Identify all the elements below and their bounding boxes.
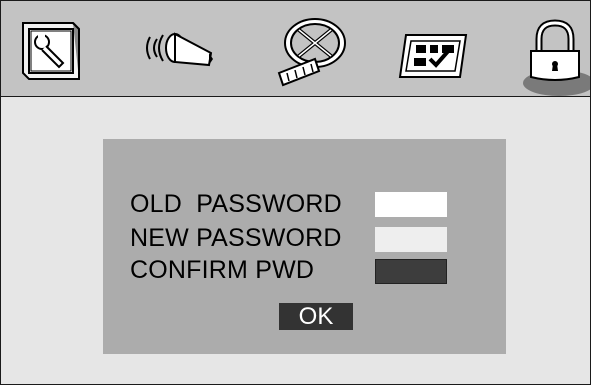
checklist-icon: [398, 34, 468, 78]
old-password-label: OLD PASSWORD: [130, 190, 342, 218]
tab-audio[interactable]: [135, 1, 225, 96]
tab-video[interactable]: [273, 1, 355, 96]
speaker-icon: [146, 32, 213, 67]
ok-button[interactable]: OK: [279, 303, 353, 330]
old-password-field[interactable]: [375, 192, 447, 217]
confirm-password-label: CONFIRM PWD: [130, 256, 315, 284]
password-dialog: OLD PASSWORD NEW PASSWORD CONFIRM PWD OK: [103, 139, 506, 354]
new-password-field[interactable]: [375, 227, 447, 252]
dvd-setup-screen: OLD PASSWORD NEW PASSWORD CONFIRM PWD OK: [0, 0, 591, 385]
film-reel-icon: [277, 18, 346, 87]
tab-password[interactable]: [509, 1, 590, 96]
tab-setup[interactable]: [15, 1, 93, 96]
tab-preference[interactable]: [396, 1, 480, 96]
confirm-password-field[interactable]: [375, 259, 447, 284]
lock-icon: [523, 19, 590, 96]
wrench-monitor-icon: [22, 22, 80, 80]
settings-tab-bar: [1, 1, 590, 97]
main-panel: OLD PASSWORD NEW PASSWORD CONFIRM PWD OK: [1, 97, 590, 384]
new-password-label: NEW PASSWORD: [130, 224, 342, 252]
